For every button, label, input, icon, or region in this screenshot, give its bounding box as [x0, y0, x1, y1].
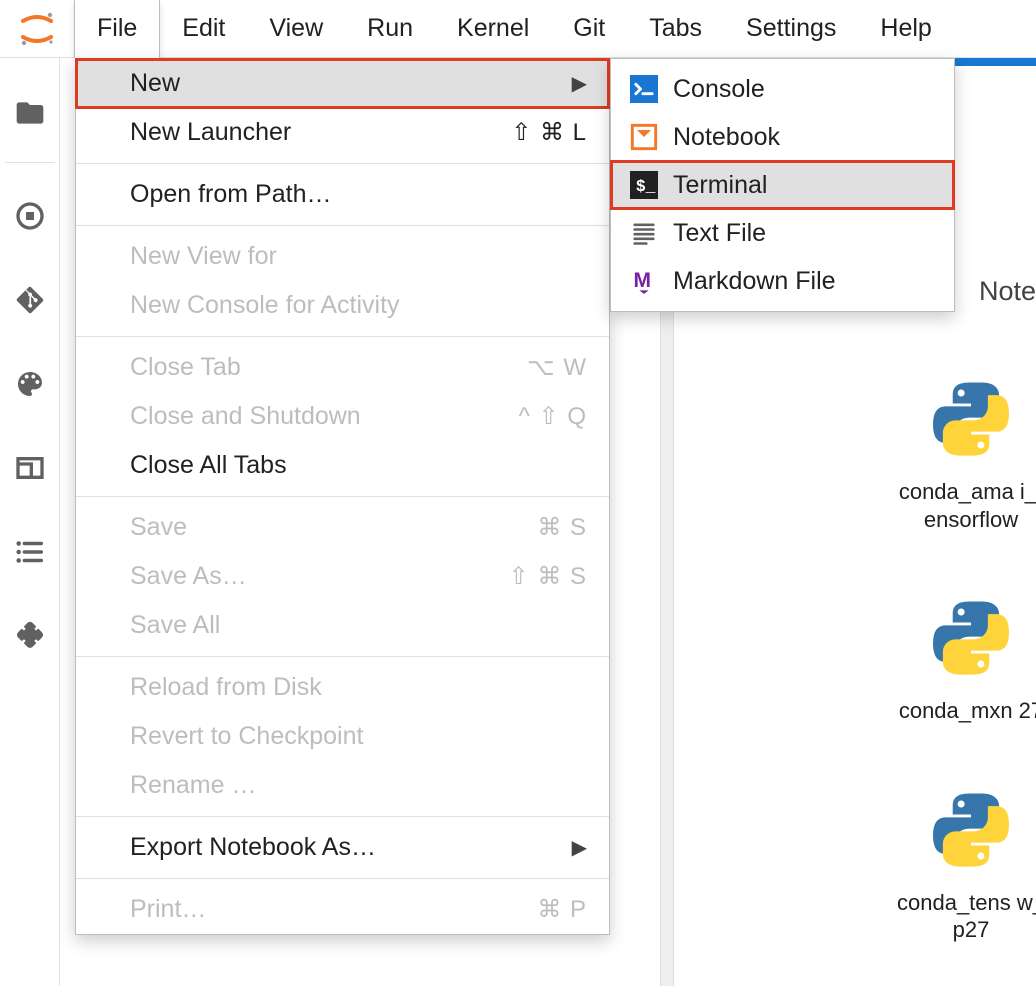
- file-menu-item[interactable]: New Launcher ⇧ ⌘ L: [76, 108, 609, 157]
- terminal-icon: $_: [629, 170, 659, 200]
- file-menu-item: Revert to Checkpoint: [76, 712, 609, 761]
- submenu-item-terminal[interactable]: $_ Terminal: [611, 161, 954, 209]
- menu-item-label: New Launcher: [130, 118, 291, 147]
- textfile-icon: [629, 218, 659, 248]
- submenu-item-label: Notebook: [673, 123, 780, 152]
- menu-divider: [76, 225, 609, 226]
- menu-git[interactable]: Git: [551, 0, 627, 58]
- submenu-item-notebook[interactable]: Notebook: [611, 113, 954, 161]
- jupyter-logo[interactable]: [0, 0, 74, 58]
- menu-item-label: Close Tab: [130, 353, 241, 382]
- file-menu-item[interactable]: Open from Path…: [76, 170, 609, 219]
- file-menu-item: New View for: [76, 232, 609, 281]
- menu-item-label: Save All: [130, 611, 220, 640]
- file-menu-item: Save As… ⇧ ⌘ S: [76, 552, 609, 601]
- sidebar-toc-icon[interactable]: [0, 515, 60, 589]
- menu-divider: [76, 163, 609, 164]
- python-logo-icon: [926, 785, 1016, 875]
- menu-item-label: Export Notebook As…: [130, 833, 376, 862]
- menu-divider: [76, 656, 609, 657]
- file-menu-item: Reload from Disk: [76, 663, 609, 712]
- left-sidebar: [0, 58, 60, 986]
- menu-item-label: New Console for Activity: [130, 291, 400, 320]
- launcher-notebook-heading: Note: [979, 276, 1036, 307]
- menu-item-label: Save As…: [130, 562, 247, 591]
- file-menu-item[interactable]: New ▶: [76, 59, 609, 108]
- submenu-item-label: Console: [673, 75, 765, 104]
- menu-run[interactable]: Run: [345, 0, 435, 58]
- svg-text:$_: $_: [636, 177, 656, 196]
- menu-tabs[interactable]: Tabs: [627, 0, 724, 58]
- console-icon: [629, 74, 659, 104]
- submenu-item-label: Markdown File: [673, 267, 836, 296]
- python-logo-icon: [926, 374, 1016, 464]
- sidebar-extensions-icon[interactable]: [0, 599, 60, 673]
- menu-settings[interactable]: Settings: [724, 0, 858, 58]
- menu-help[interactable]: Help: [858, 0, 953, 58]
- menu-item-label: Reload from Disk: [130, 673, 322, 702]
- menu-divider: [76, 816, 609, 817]
- kernel-name: conda_mxn 27: [896, 697, 1036, 725]
- menu-item-shortcut: ⇧ ⌘ S: [509, 562, 587, 591]
- menu-item-shortcut: ⌘ S: [537, 513, 587, 542]
- menu-item-label: Rename …: [130, 771, 256, 800]
- submenu-item-markdown[interactable]: M Markdown File: [611, 257, 954, 305]
- kernel-name: conda_tens w_p27: [896, 889, 1036, 944]
- python-logo-icon: [926, 593, 1016, 683]
- menu-item-label: Close and Shutdown: [130, 402, 361, 431]
- menu-item-label: Revert to Checkpoint: [130, 722, 363, 751]
- sidebar-divider: [5, 162, 55, 163]
- kernel-card[interactable]: conda_tens w_p27: [896, 785, 1036, 944]
- menubar: File Edit View Run Kernel Git Tabs Setti…: [0, 0, 1036, 58]
- menu-item-label: New: [130, 69, 180, 98]
- kernel-card[interactable]: conda_ama i_tensorflow: [896, 374, 1036, 533]
- file-menu: New ▶ New Launcher ⇧ ⌘ L Open from Path… New …: [75, 58, 610, 935]
- menu-item-label: Print…: [130, 895, 206, 924]
- sidebar-running-icon[interactable]: [0, 179, 60, 253]
- file-menu-item: Save ⌘ S: [76, 503, 609, 552]
- chevron-right-icon: ▶: [572, 71, 587, 96]
- new-submenu: Console Notebook $_ Terminal Text File M Markd…: [610, 58, 955, 312]
- file-menu-item: Rename …: [76, 761, 609, 810]
- submenu-item-label: Text File: [673, 219, 766, 248]
- submenu-item-console[interactable]: Console: [611, 65, 954, 113]
- menu-item-shortcut: ⌥ W: [527, 353, 587, 382]
- sidebar-palette-icon[interactable]: [0, 347, 60, 421]
- menu-item-label: Close All Tabs: [130, 451, 287, 480]
- chevron-right-icon: ▶: [572, 835, 587, 860]
- menu-edit[interactable]: Edit: [160, 0, 247, 58]
- file-menu-item: Save All: [76, 601, 609, 650]
- submenu-item-textfile[interactable]: Text File: [611, 209, 954, 257]
- file-menu-item[interactable]: Close All Tabs: [76, 441, 609, 490]
- svg-text:M: M: [634, 269, 652, 292]
- menu-item-shortcut: ⇧ ⌘ L: [511, 118, 587, 147]
- file-menu-item: Close and Shutdown ^ ⇧ Q: [76, 392, 609, 441]
- notebook-icon: [629, 122, 659, 152]
- submenu-item-label: Terminal: [673, 171, 767, 200]
- menu-item-shortcut: ^ ⇧ Q: [519, 402, 587, 431]
- menu-item-label: Open from Path…: [130, 180, 331, 209]
- sidebar-folder-icon[interactable]: [0, 76, 60, 150]
- menu-item-shortcut: ⌘ P: [537, 895, 587, 924]
- file-menu-item: Close Tab ⌥ W: [76, 343, 609, 392]
- file-menu-item[interactable]: Export Notebook As… ▶: [76, 823, 609, 872]
- menu-view[interactable]: View: [247, 0, 345, 58]
- sidebar-git-icon[interactable]: [0, 263, 60, 337]
- markdown-icon: M: [629, 266, 659, 296]
- menu-divider: [76, 496, 609, 497]
- menu-item-label: Save: [130, 513, 187, 542]
- menu-file[interactable]: File: [74, 0, 160, 58]
- file-menu-item: Print… ⌘ P: [76, 885, 609, 934]
- kernel-name: conda_ama i_tensorflow: [896, 478, 1036, 533]
- menu-divider: [76, 878, 609, 879]
- file-menu-item: New Console for Activity: [76, 281, 609, 330]
- menu-item-label: New View for: [130, 242, 277, 271]
- menu-kernel[interactable]: Kernel: [435, 0, 551, 58]
- menu-divider: [76, 336, 609, 337]
- sidebar-tabs-icon[interactable]: [0, 431, 60, 505]
- kernel-card[interactable]: conda_mxn 27: [896, 593, 1036, 725]
- kernel-grid: conda_ama i_tensorflow conda_mxn 27 cond…: [896, 374, 1036, 944]
